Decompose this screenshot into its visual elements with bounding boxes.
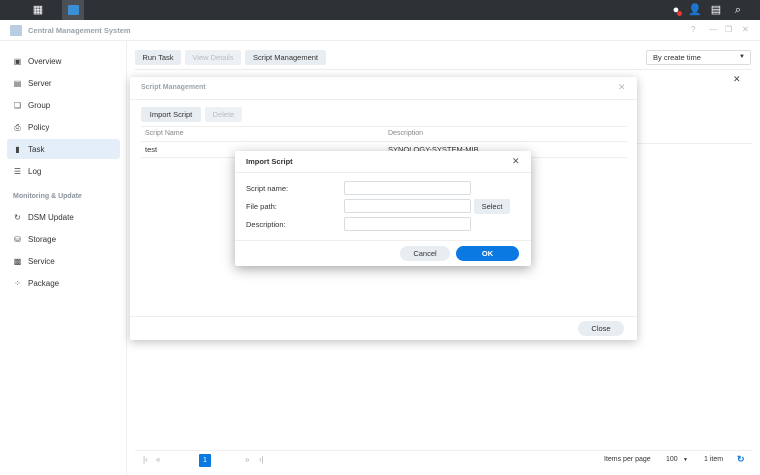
script-name-label: Script name:	[246, 184, 289, 193]
label: Service	[28, 256, 55, 266]
script-management-button[interactable]: Script Management	[245, 50, 326, 65]
close-icon[interactable]: ✕	[512, 156, 520, 167]
col-script-name: Script Name	[145, 130, 184, 137]
last-page-icon[interactable]: ›|	[259, 455, 264, 464]
items-per-page-label: Items per page	[604, 456, 651, 463]
divider	[235, 240, 531, 241]
chevron-down-icon: ▼	[739, 54, 745, 60]
sidebar-item-policy[interactable]: ⎙ Policy	[7, 117, 120, 137]
server-icon: ▤	[13, 78, 22, 88]
description-input[interactable]	[344, 217, 471, 231]
sort-value: By create time	[653, 53, 701, 62]
group-icon: ❏	[13, 100, 22, 110]
dialog-title: Import Script	[246, 157, 293, 166]
divider	[637, 143, 752, 144]
search-icon[interactable]: ⌕	[730, 2, 746, 18]
apps-grid-icon[interactable]: ▦	[30, 2, 46, 18]
label: Log	[28, 166, 42, 176]
refresh-icon: ↻	[14, 212, 21, 222]
service-icon: ▩	[13, 256, 22, 266]
dialog-title: Script Management	[141, 84, 206, 91]
select-button[interactable]: Select	[474, 199, 510, 214]
chevron-down-icon: ▼	[683, 457, 688, 463]
close-icon[interactable]: ✕	[618, 82, 626, 93]
window-title: Central Management System	[28, 26, 131, 35]
divider	[130, 99, 637, 100]
sidebar-item-overview[interactable]: ▣ Overview	[7, 51, 120, 71]
close-button[interactable]: Close	[578, 321, 624, 336]
script-name-input[interactable]	[344, 181, 471, 195]
label: Overview	[28, 56, 62, 66]
run-task-button[interactable]: Run Task	[135, 50, 181, 65]
label: Package	[28, 278, 60, 288]
cms-app-icon[interactable]	[62, 0, 84, 20]
label: DSM Update	[28, 212, 74, 222]
refresh-icon[interactable]: ↻	[737, 454, 745, 465]
log-icon: ☰	[13, 166, 22, 176]
divider	[130, 316, 637, 317]
sidebar-section-title: Monitoring & Update	[13, 193, 82, 200]
maximize-icon[interactable]: ❐	[725, 25, 732, 34]
sidebar-item-storage[interactable]: ⛁ Storage	[7, 229, 120, 249]
task-icon: ▮	[15, 144, 20, 154]
sidebar-item-package[interactable]: ⁘ Package	[7, 273, 120, 293]
table-header: Script Name Description	[141, 126, 627, 142]
widgets-icon[interactable]: ▤	[708, 2, 724, 18]
file-path-input[interactable]	[344, 199, 471, 213]
delete-button[interactable]: Delete	[205, 107, 242, 122]
sidebar-item-service[interactable]: ▩ Service	[7, 251, 120, 271]
label: Storage	[28, 234, 57, 244]
file-path-label: File path:	[246, 202, 277, 211]
item-count: 1 item	[704, 456, 724, 463]
sidebar-item-task[interactable]: ▮ Task	[7, 139, 120, 159]
ok-button[interactable]: OK	[456, 246, 519, 261]
overview-icon: ▣	[13, 56, 22, 66]
sidebar-item-group[interactable]: ❏ Group	[7, 95, 120, 115]
import-script-dialog: Import Script ✕ Script name: File path: …	[235, 151, 531, 266]
divider	[235, 172, 531, 173]
help-icon[interactable]: ?	[691, 25, 695, 34]
per-page-select[interactable]: 100 ▼	[660, 453, 692, 467]
chat-icon[interactable]: ●	[668, 2, 684, 18]
page-number[interactable]: 1	[199, 454, 211, 467]
col-description: Description	[388, 130, 424, 137]
import-script-button[interactable]: Import Script	[141, 107, 201, 122]
package-icon: ⁘	[14, 278, 21, 288]
minimize-icon[interactable]: —	[709, 25, 717, 34]
cancel-button[interactable]: Cancel	[400, 246, 450, 261]
window-titlebar: Central Management System ? — ❐ ✕	[0, 20, 760, 41]
first-page-icon[interactable]: |‹	[143, 455, 148, 464]
view-details-button[interactable]: View Details	[185, 50, 241, 65]
label: Task	[28, 144, 45, 154]
label: Policy	[28, 122, 50, 132]
label: Group	[28, 100, 51, 110]
sort-select[interactable]: By create time ▼	[646, 50, 751, 65]
description-label: Description:	[246, 220, 286, 229]
divider	[135, 450, 752, 451]
prev-page-icon[interactable]: «	[156, 455, 160, 464]
label: Server	[28, 78, 52, 88]
sidebar-item-dsm-update[interactable]: ↻ DSM Update	[7, 207, 120, 227]
next-page-icon[interactable]: »	[245, 455, 249, 464]
divider	[135, 69, 752, 70]
taskbar: ▦ ● 👤 ▤ ⌕	[0, 0, 760, 20]
storage-icon: ⛁	[14, 234, 21, 244]
user-icon[interactable]: 👤	[687, 2, 703, 18]
per-page-value: 100	[666, 456, 678, 463]
script-name-cell: test	[145, 145, 158, 154]
close-panel-icon[interactable]: ✕	[733, 74, 741, 85]
close-window-icon[interactable]: ✕	[742, 25, 749, 34]
app-logo-icon	[10, 25, 22, 36]
policy-icon: ⎙	[14, 122, 21, 132]
sidebar-item-log[interactable]: ☰ Log	[7, 161, 120, 181]
sidebar-item-server[interactable]: ▤ Server	[7, 73, 120, 93]
